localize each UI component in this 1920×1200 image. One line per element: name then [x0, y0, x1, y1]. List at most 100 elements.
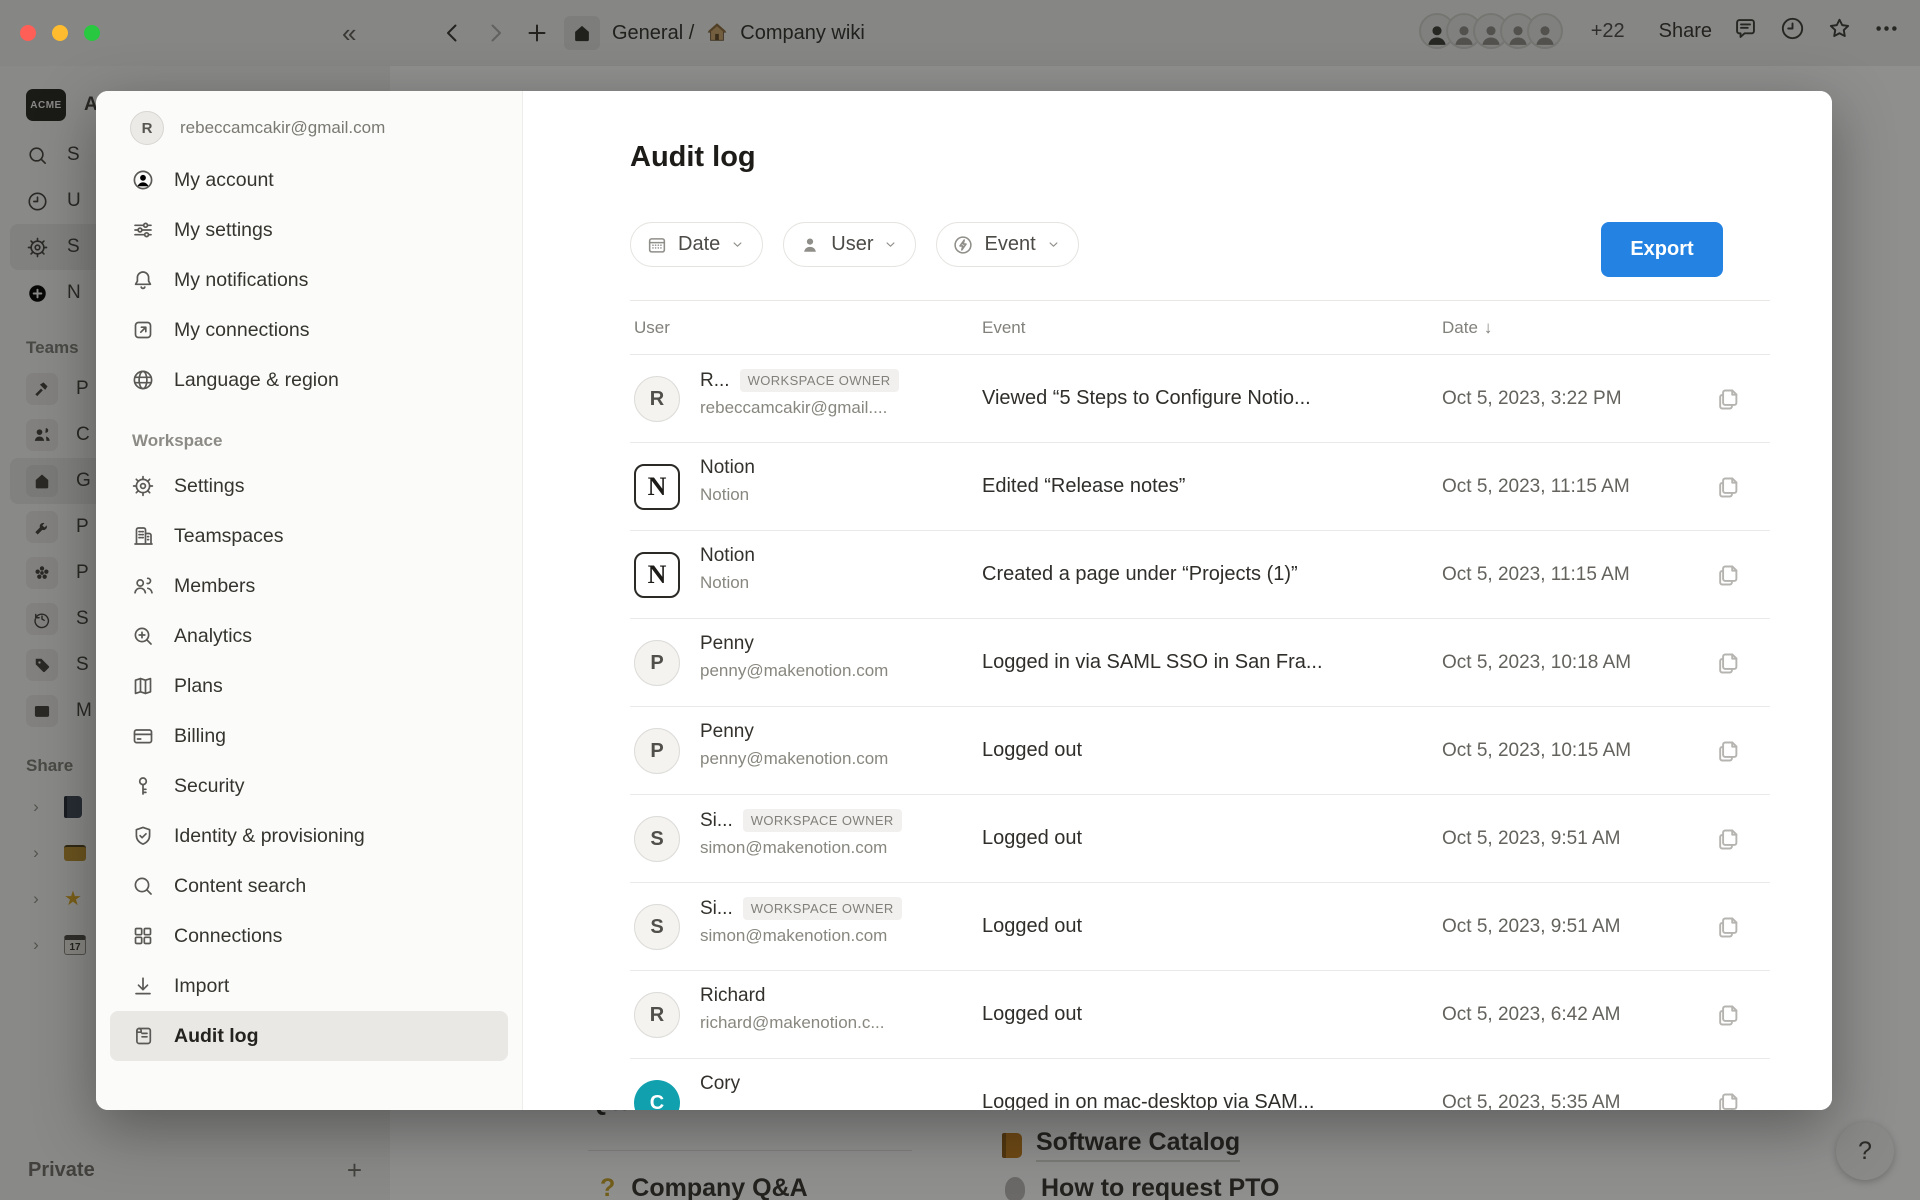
- date-column-header[interactable]: Date↓: [1442, 301, 1492, 354]
- external-icon: [131, 318, 155, 342]
- sidebar-item-my-account[interactable]: My account: [110, 155, 508, 205]
- user-name: Cory: [700, 1073, 740, 1095]
- date-filter-button[interactable]: Date: [630, 222, 763, 267]
- audit-log-panel: Audit log Date User Event Ex: [523, 91, 1832, 1110]
- user-email: penny@makenotion.com: [700, 661, 970, 681]
- table-header: User Event Date↓: [630, 300, 1770, 355]
- user-avatar: S: [634, 816, 680, 862]
- map-icon: [131, 674, 155, 698]
- event-date: Oct 5, 2023, 5:35 AM: [1442, 1059, 1621, 1110]
- copy-icon[interactable]: [1715, 562, 1742, 589]
- user-avatar: C: [634, 1080, 680, 1110]
- chevron-down-icon: [883, 237, 898, 252]
- zoom-window-button[interactable]: [84, 25, 100, 41]
- grid-icon: [131, 924, 155, 948]
- table-row[interactable]: P Penny penny@makenotion.com Logged out …: [630, 707, 1770, 795]
- user-email: Notion: [700, 485, 970, 505]
- table-row[interactable]: S Si... WORKSPACE OWNER simon@makenotion…: [630, 883, 1770, 971]
- app-window: « General / Company wiki +22 Share ACME …: [0, 0, 1920, 1200]
- sort-descending-icon: ↓: [1484, 318, 1493, 338]
- event-date: Oct 5, 2023, 10:15 AM: [1442, 707, 1631, 794]
- copy-icon[interactable]: [1715, 650, 1742, 677]
- users-icon: [131, 574, 155, 598]
- bell-icon: [131, 268, 155, 292]
- close-window-button[interactable]: [20, 25, 36, 41]
- sliders-icon: [131, 218, 155, 242]
- table-row[interactable]: C Cory Logged in on mac-desktop via SAM.…: [630, 1059, 1770, 1110]
- minimize-window-button[interactable]: [52, 25, 68, 41]
- copy-icon[interactable]: [1715, 474, 1742, 501]
- event-description: Logged out: [982, 795, 1082, 882]
- user-email: richard@makenotion.c...: [700, 1013, 970, 1033]
- event-date: Oct 5, 2023, 9:51 AM: [1442, 795, 1621, 882]
- workspace-owner-badge: WORKSPACE OWNER: [740, 369, 899, 392]
- table-row[interactable]: N Notion Notion Created a page under “Pr…: [630, 531, 1770, 619]
- sidebar-item-my-settings[interactable]: My settings: [110, 205, 508, 255]
- event-date: Oct 5, 2023, 9:51 AM: [1442, 883, 1621, 970]
- copy-icon[interactable]: [1715, 1002, 1742, 1029]
- import-icon: [131, 974, 155, 998]
- workspace-owner-badge: WORKSPACE OWNER: [743, 809, 902, 832]
- user-name: Penny: [700, 633, 754, 655]
- export-button[interactable]: Export: [1601, 222, 1723, 277]
- user-circle-icon: [131, 168, 155, 192]
- sidebar-item-members[interactable]: Members: [110, 561, 508, 611]
- sidebar-item-security[interactable]: Security: [110, 761, 508, 811]
- event-description: Created a page under “Projects (1)”: [982, 531, 1298, 618]
- user-avatar: R: [634, 376, 680, 422]
- sidebar-item-billing[interactable]: Billing: [110, 711, 508, 761]
- search-icon: [131, 874, 155, 898]
- user-email: penny@makenotion.com: [700, 749, 970, 769]
- window-controls: [20, 25, 100, 41]
- user-filter-button[interactable]: User: [783, 222, 916, 267]
- event-column-header: Event: [982, 301, 1025, 354]
- table-row[interactable]: R R... WORKSPACE OWNER rebeccamcakir@gma…: [630, 355, 1770, 443]
- user-name: Notion: [700, 545, 755, 567]
- card-icon: [131, 724, 155, 748]
- sidebar-item-my-connections[interactable]: My connections: [110, 305, 508, 355]
- sidebar-item-connections[interactable]: Connections: [110, 911, 508, 961]
- sidebar-item-language-region[interactable]: Language & region: [110, 355, 508, 405]
- filter-bar: Date User Event: [630, 222, 1079, 267]
- event-description: Edited “Release notes”: [982, 443, 1185, 530]
- copy-icon[interactable]: [1715, 738, 1742, 765]
- key-icon: [131, 774, 155, 798]
- user-avatar: N: [634, 552, 680, 598]
- event-description: Logged out: [982, 883, 1082, 970]
- table-row[interactable]: S Si... WORKSPACE OWNER simon@makenotion…: [630, 795, 1770, 883]
- page-title: Audit log: [630, 141, 756, 174]
- globe-icon: [131, 368, 155, 392]
- copy-icon[interactable]: [1715, 826, 1742, 853]
- sidebar-item-content-search[interactable]: Content search: [110, 861, 508, 911]
- sidebar-item-my-notifications[interactable]: My notifications: [110, 255, 508, 305]
- settings-sidebar: R rebeccamcakir@gmail.com My account My …: [96, 91, 523, 1110]
- table-row[interactable]: P Penny penny@makenotion.com Logged in v…: [630, 619, 1770, 707]
- shield-icon: [131, 824, 155, 848]
- event-filter-button[interactable]: Event: [936, 222, 1078, 267]
- sidebar-item-analytics[interactable]: Analytics: [110, 611, 508, 661]
- sidebar-item-teamspaces[interactable]: Teamspaces: [110, 511, 508, 561]
- settings-modal: R rebeccamcakir@gmail.com My account My …: [96, 91, 1832, 1110]
- user-name: Notion: [700, 457, 755, 479]
- copy-icon[interactable]: [1715, 386, 1742, 413]
- workspace-section-label: Workspace: [132, 431, 522, 451]
- user-name: Si...: [700, 810, 733, 832]
- event-description: Logged out: [982, 707, 1082, 794]
- event-description: Logged in via SAML SSO in San Fra...: [982, 619, 1323, 706]
- event-description: Logged out: [982, 971, 1082, 1058]
- sidebar-item-import[interactable]: Import: [110, 961, 508, 1011]
- sidebar-item-settings[interactable]: Settings: [110, 461, 508, 511]
- user-column-header: User: [634, 301, 670, 354]
- sidebar-item-identity-provisioning[interactable]: Identity & provisioning: [110, 811, 508, 861]
- event-date: Oct 5, 2023, 10:18 AM: [1442, 619, 1631, 706]
- user-avatar: P: [634, 640, 680, 686]
- copy-icon[interactable]: [1715, 914, 1742, 941]
- copy-icon[interactable]: [1715, 1090, 1742, 1110]
- account-email: rebeccamcakir@gmail.com: [180, 118, 385, 138]
- chevron-down-icon: [730, 237, 745, 252]
- sidebar-item-plans[interactable]: Plans: [110, 661, 508, 711]
- sidebar-item-audit-log[interactable]: Audit log: [110, 1011, 508, 1061]
- user-name: R...: [700, 370, 730, 392]
- table-row[interactable]: R Richard richard@makenotion.c... Logged…: [630, 971, 1770, 1059]
- table-row[interactable]: N Notion Notion Edited “Release notes” O…: [630, 443, 1770, 531]
